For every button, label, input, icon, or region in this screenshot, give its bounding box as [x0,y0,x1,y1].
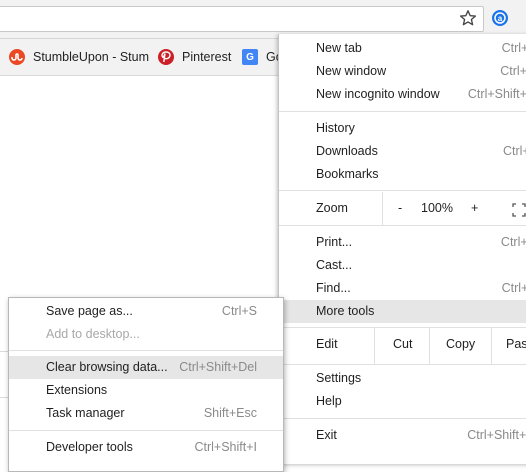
submenu-item-add-to-desktop: Add to desktop... [9,323,283,346]
menu-item-cast[interactable]: Cast... [279,254,526,277]
submenu-item-label: Add to desktop... [46,327,140,341]
edit-row: Edit Cut Copy Past [279,328,526,364]
menu-item-label: New incognito window [316,87,440,101]
address-bar[interactable] [0,6,484,32]
menu-item-label: Downloads [316,144,378,158]
menu-item-label: Cast... [316,258,353,272]
chrome-menu-button[interactable] [516,6,526,32]
extension-badge-letter: a [498,14,503,23]
submenu-item-task-manager[interactable]: Task manager Shift+Esc [9,402,283,425]
cut-button[interactable]: Cut [374,328,430,364]
menu-item-shortcut: Ctrl+F [501,281,526,295]
menu-item-shortcut: Ctrl+P [500,235,526,249]
menu-item-print[interactable]: Print... Ctrl+P [279,231,526,254]
pinterest-icon [158,49,174,65]
bookmark-pinterest[interactable]: Pinterest [158,48,238,66]
menu-item-history[interactable]: History [279,117,526,140]
bookmark-label: Pinterest [182,50,232,64]
page-divider [0,397,8,398]
copy-label: Copy [446,337,476,351]
submenu-item-label: Save page as... [46,304,133,318]
menu-separator [279,418,526,419]
stumbleupon-icon [9,49,25,65]
menu-item-new-tab[interactable]: New tab Ctrl+T [279,37,526,60]
bookmark-google-translate[interactable]: G Go [242,48,278,66]
submenu-item-label: Extensions [46,383,108,397]
menu-item-shortcut: Ctrl+N [500,64,526,78]
menu-item-label: Help [316,394,342,408]
google-translate-icon: G [242,49,258,65]
more-tools-submenu: Save page as... Ctrl+S Add to desktop...… [8,297,284,472]
menu-item-shortcut: Ctrl+Shift+Q [467,428,526,442]
paste-label: Past [506,337,526,351]
submenu-item-shortcut: Ctrl+S [221,304,257,318]
menu-item-label: New window [316,64,387,78]
cut-label: Cut [393,337,413,351]
menu-item-label: New tab [316,41,362,55]
submenu-item-clear-browsing-data[interactable]: Clear browsing data... Ctrl+Shift+Del [9,356,283,379]
menu-item-label: Find... [316,281,351,295]
chrome-main-menu: New tab Ctrl+T New window Ctrl+N New inc… [278,34,526,464]
menu-item-downloads[interactable]: Downloads Ctrl+J [279,140,526,163]
menu-item-shortcut: Ctrl+T [501,41,526,55]
fullscreen-icon[interactable] [512,203,526,217]
bookmark-stumbleupon[interactable]: StumbleUpon - Stum [9,48,149,66]
submenu-item-label: Clear browsing data... [46,360,168,374]
menu-item-shortcut: Ctrl+J [503,144,526,158]
menu-item-new-window[interactable]: New window Ctrl+N [279,60,526,83]
submenu-item-save-page[interactable]: Save page as... Ctrl+S [9,300,283,323]
zoom-out-button[interactable]: - [398,201,402,215]
menu-item-label: Bookmarks [316,167,379,181]
menu-separator [279,364,526,365]
bookmark-label: Go [266,50,278,64]
extension-icon[interactable]: a [491,9,509,27]
menu-item-exit[interactable]: Exit Ctrl+Shift+Q [279,424,526,447]
zoom-level: 100% [421,201,453,215]
bookmark-star-icon[interactable] [459,9,477,27]
submenu-item-shortcut: Ctrl+Shift+Del [179,360,257,374]
submenu-item-label: Developer tools [46,440,133,454]
copy-button[interactable]: Copy [429,328,492,364]
submenu-item-label: Task manager [46,406,125,420]
menu-item-help[interactable]: Help [279,390,526,413]
edit-label: Edit [316,337,338,351]
menu-item-label: More tools [316,304,375,318]
submenu-item-shortcut: Shift+Esc [203,406,257,420]
menu-item-settings[interactable]: Settings [279,367,526,390]
menu-item-new-incognito-window[interactable]: New incognito window Ctrl+Shift+N [279,83,526,106]
submenu-separator [9,350,283,351]
submenu-item-shortcut: Ctrl+Shift+I [194,440,257,454]
menu-item-label: Settings [316,371,362,385]
paste-button[interactable]: Past [491,328,526,364]
menu-item-bookmarks[interactable]: Bookmarks [279,163,526,186]
zoom-row: Zoom - 100% + [279,192,526,226]
zoom-label: Zoom [316,201,348,215]
menu-item-label: History [316,121,355,135]
menu-separator [279,111,526,112]
menu-separator [279,225,526,226]
menu-item-more-tools[interactable]: More tools [279,300,526,323]
menu-item-shortcut: Ctrl+Shift+N [467,87,526,101]
zoom-in-button[interactable]: + [471,201,478,215]
submenu-separator [9,430,283,431]
bookmark-label: StumbleUpon - Stum [33,50,149,64]
menu-item-label: Print... [316,235,353,249]
menu-item-find[interactable]: Find... Ctrl+F [279,277,526,300]
menu-item-label: Exit [316,428,337,442]
menu-separator [279,190,526,191]
zoom-controls: - 100% + [382,192,526,226]
page-divider [0,351,8,352]
submenu-item-extensions[interactable]: Extensions [9,379,283,402]
